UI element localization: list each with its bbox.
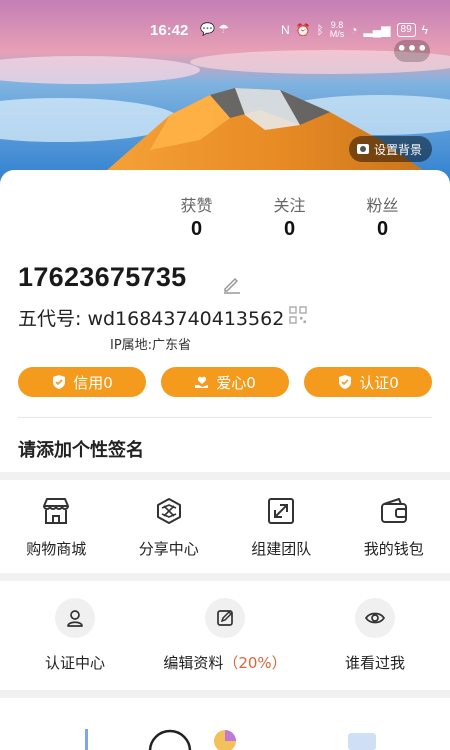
tool-label-wrap: 编辑资料（20%） xyxy=(150,652,300,673)
tool-icon-circle xyxy=(355,598,395,638)
set-background-label: 设置背景 xyxy=(373,142,422,157)
ip-location: IP属地:广东省 xyxy=(110,338,192,353)
stat-followers[interactable]: 粉丝 0 xyxy=(336,192,429,241)
divider xyxy=(18,417,432,418)
love-label: 爱心0 xyxy=(216,373,256,392)
stat-label: 获赞 xyxy=(180,196,213,215)
notification-icons: 💬 ☂ xyxy=(200,22,230,36)
chart-icon xyxy=(85,729,88,750)
camera-icon xyxy=(356,144,369,154)
stats-row: 获赞 0 关注 0 粉丝 0 xyxy=(150,192,430,241)
love-badge[interactable]: 爱心0 xyxy=(161,367,289,397)
stat-value: 0 xyxy=(376,218,389,240)
more-options-button[interactable]: ••• xyxy=(394,40,430,62)
credit-badge[interactable]: 信用0 xyxy=(18,367,146,397)
stat-following[interactable]: 关注 0 xyxy=(243,192,336,241)
tool-icon-circle xyxy=(205,598,245,638)
service-shopping-mall[interactable]: 购物商城 xyxy=(1,496,111,559)
service-share-center[interactable]: 分享中心 xyxy=(114,496,224,559)
store-icon xyxy=(43,498,70,524)
service-label: 购物商城 xyxy=(26,540,87,558)
service-my-wallet[interactable]: 我的钱包 xyxy=(339,496,449,559)
heart-hand-icon xyxy=(195,376,209,388)
person-icon xyxy=(67,610,83,627)
service-label: 分享中心 xyxy=(138,540,199,558)
wallet-icon xyxy=(380,498,407,523)
tool-label: 认证中心 xyxy=(44,654,105,672)
verify-label: 认证0 xyxy=(359,373,399,392)
credit-label: 信用0 xyxy=(73,373,113,392)
share-hub-icon xyxy=(156,498,181,524)
service-label: 组建团队 xyxy=(251,540,312,558)
network-speed: 9.8 M/s xyxy=(330,21,345,39)
services-row: 购物商城 分享中心 组建团队 我的钱包 xyxy=(0,496,450,559)
tool-who-viewed-me[interactable]: 谁看过我 xyxy=(300,598,450,673)
badges-row: 信用0 爱心0 认证0 xyxy=(18,367,432,397)
stat-value: 0 xyxy=(283,218,296,240)
tool-icon-circle xyxy=(55,598,95,638)
charging-icon: ϟ xyxy=(421,23,428,37)
tool-verification-center[interactable]: 认证中心 xyxy=(0,598,150,673)
username-phone: 17623675735 xyxy=(18,262,187,292)
card-icon xyxy=(348,733,376,750)
bottom-nav-peek xyxy=(85,729,376,750)
wifi-icon: ◔ xyxy=(350,23,358,37)
profile-card: 获赞 0 关注 0 粉丝 0 17623675735 五代号: wd168437… xyxy=(0,170,450,750)
bluetooth-icon: ᛒ xyxy=(316,23,324,37)
home-indicator xyxy=(148,729,192,750)
status-bar: 16:42 💬 ☂ N ⏰ ᛒ 9.8 M/s ◔ ▂▄▆ 89 ϟ xyxy=(0,0,450,40)
stat-value: 0 xyxy=(190,218,203,240)
section-separator xyxy=(0,690,450,698)
battery-icon: 89 xyxy=(396,23,416,37)
service-build-team[interactable]: 组建团队 xyxy=(226,496,336,559)
tool-label: 编辑资料 xyxy=(163,654,224,672)
user-id: 五代号: wd16843740413562 xyxy=(18,308,285,330)
stat-label: 关注 xyxy=(273,196,306,215)
net-speed-unit: M/s xyxy=(329,29,345,39)
eye-icon xyxy=(364,612,386,624)
tools-row: 认证中心 编辑资料（20%） 谁看过我 xyxy=(0,598,450,673)
verified-shield-icon xyxy=(339,375,352,389)
status-time: 16:42 xyxy=(150,22,189,39)
edit-icon xyxy=(217,610,233,626)
tool-label: 谁看过我 xyxy=(344,654,405,672)
service-label: 我的钱包 xyxy=(363,540,424,558)
shield-check-icon xyxy=(53,375,66,389)
alarm-icon: ⏰ xyxy=(295,23,311,37)
status-right: N ⏰ ᛒ 9.8 M/s ◔ ▂▄▆ 89 ϟ xyxy=(281,21,428,39)
stat-likes[interactable]: 获赞 0 xyxy=(150,192,243,241)
tool-edit-profile[interactable]: 编辑资料（20%） xyxy=(150,598,300,673)
section-separator xyxy=(0,472,450,480)
set-background-button[interactable]: 设置背景 xyxy=(348,136,432,162)
stat-label: 粉丝 xyxy=(366,196,399,215)
profile-completion: （20%） xyxy=(223,654,287,672)
section-separator xyxy=(0,573,450,581)
edit-name-icon[interactable] xyxy=(222,274,242,294)
signal-icon: ▂▄▆ xyxy=(363,23,391,37)
signature-prompt[interactable]: 请添加个性签名 xyxy=(18,436,144,462)
qr-code-icon[interactable] xyxy=(289,306,307,324)
nfc-icon: N xyxy=(280,23,290,37)
team-build-icon xyxy=(268,498,295,524)
verify-badge[interactable]: 认证0 xyxy=(304,367,432,397)
